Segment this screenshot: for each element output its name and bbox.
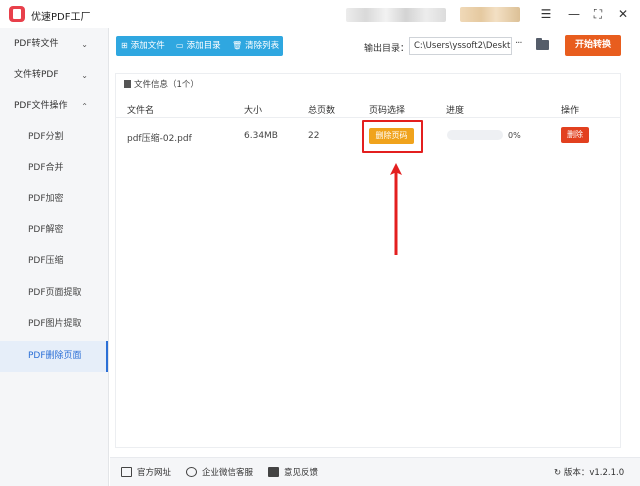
plus-icon: ⊞ (121, 41, 128, 50)
sidebar-item-pdf-image-extract[interactable]: PDF图片提取 (0, 309, 108, 340)
sidebar-group-label: PDF转文件 (14, 39, 59, 49)
file-toolbar: ⊞ 添加文件 ▭ 添加目录 🗑 清除列表 (116, 36, 283, 56)
app-title: 优速PDF工厂 (31, 12, 91, 23)
trash-icon: 🗑 (232, 41, 243, 50)
sidebar-item-pdf-split[interactable]: PDF分割 (0, 122, 108, 153)
feedback-label: 意见反馈 (284, 468, 319, 478)
sidebar: PDF转文件 ⌄ 文件转PDF ⌄ PDF文件操作 ⌃ PDF分割 PDF合并 … (0, 28, 109, 486)
column-header-size: 大小 (244, 106, 263, 116)
app-logo-icon (9, 6, 25, 22)
maximize-icon[interactable]: ⛶ (590, 6, 606, 22)
delete-row-button[interactable]: 删除 (561, 127, 589, 143)
column-header-page-select: 页码选择 (369, 106, 406, 116)
chevron-down-icon: ⌄ (81, 40, 88, 49)
sidebar-item-pdf-page-extract[interactable]: PDF页面提取 (0, 278, 108, 309)
file-info-label: 文件信息（1个） (134, 80, 199, 90)
browse-more-button[interactable]: ··· (515, 38, 522, 49)
account-info[interactable] (346, 8, 446, 22)
sidebar-item-pdf-decrypt[interactable]: PDF解密 (0, 215, 108, 246)
table-header: 文件名 大小 总页数 页码选择 进度 操作 (115, 96, 621, 118)
sidebar-group-file-to-pdf[interactable]: 文件转PDF ⌄ (0, 60, 108, 91)
sidebar-group-label: PDF文件操作 (14, 101, 68, 111)
red-arrow-annotation (390, 163, 402, 255)
progress-bar (447, 130, 503, 140)
page-count-cell: 22 (308, 131, 320, 141)
title-bar: 优速PDF工厂 ☰ — ⛶ ✕ (0, 0, 640, 28)
file-info-header: 文件信息（1个） (124, 78, 199, 90)
version-info[interactable]: ↻ 版本：v1.2.1.0 (554, 466, 624, 478)
open-folder-icon[interactable] (536, 38, 549, 50)
official-website-link[interactable]: 官方网址 (121, 466, 171, 478)
progress-percent: 0% (508, 131, 521, 140)
version-label: 版本：v1.2.1.0 (563, 468, 625, 478)
sidebar-item-pdf-encrypt[interactable]: PDF加密 (0, 184, 108, 215)
wechat-support-label: 企业微信客服 (202, 468, 254, 478)
column-header-progress: 进度 (446, 106, 465, 116)
column-header-filename: 文件名 (127, 106, 155, 116)
wechat-support-link[interactable]: 企业微信客服 (186, 466, 253, 478)
minimize-icon[interactable]: — (566, 6, 582, 22)
sidebar-item-pdf-merge[interactable]: PDF合并 (0, 153, 108, 184)
clear-list-label: 清除列表 (245, 41, 280, 51)
refresh-icon: ↻ (554, 468, 564, 478)
sidebar-group-pdf-operations[interactable]: PDF文件操作 ⌃ (0, 91, 108, 122)
menu-icon[interactable]: ☰ (538, 6, 554, 22)
file-size-cell: 6.34MB (244, 131, 278, 141)
output-dir-field[interactable]: C:\Users\yssoft2\Deskt (409, 37, 512, 55)
add-folder-label: 添加目录 (186, 41, 221, 51)
feedback-link[interactable]: 意见反馈 (268, 466, 318, 478)
chevron-up-icon: ⌃ (81, 102, 88, 111)
feedback-icon (268, 467, 279, 477)
add-file-button[interactable]: ⊞ 添加文件 (121, 36, 165, 56)
website-icon (121, 467, 132, 477)
add-folder-button[interactable]: ▭ 添加目录 (176, 36, 221, 56)
column-header-actions: 操作 (561, 106, 580, 116)
chat-icon (186, 467, 197, 477)
column-header-pages: 总页数 (308, 106, 336, 116)
sidebar-group-label: 文件转PDF (14, 70, 59, 80)
add-file-label: 添加文件 (130, 41, 165, 51)
sidebar-item-pdf-delete-pages[interactable]: PDF删除页面 (0, 341, 108, 372)
close-icon[interactable]: ✕ (615, 6, 631, 22)
highlight-box (362, 120, 423, 153)
document-icon (124, 80, 131, 88)
start-convert-button[interactable]: 开始转换 (565, 35, 621, 56)
file-name-cell: pdf压缩-02.pdf (127, 134, 192, 144)
vip-badge[interactable] (460, 7, 520, 22)
clear-list-button[interactable]: 🗑 清除列表 (232, 36, 279, 56)
folder-icon: ▭ (176, 41, 184, 50)
sidebar-group-pdf-to-file[interactable]: PDF转文件 ⌄ (0, 29, 108, 60)
chevron-down-icon: ⌄ (81, 71, 88, 80)
sidebar-item-pdf-compress[interactable]: PDF压缩 (0, 246, 108, 277)
official-website-label: 官方网址 (137, 468, 172, 478)
output-dir-label: 输出目录： (364, 44, 410, 54)
